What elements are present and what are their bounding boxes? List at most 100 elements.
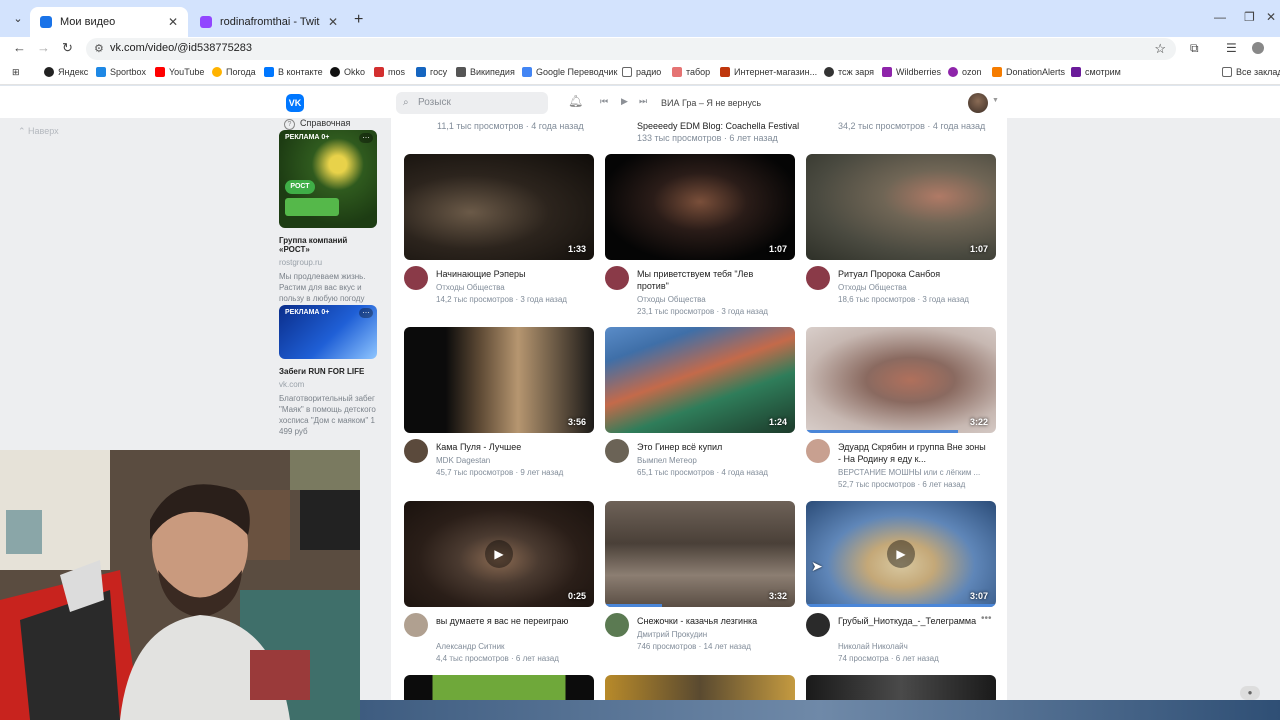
video-title[interactable]: вы думаете я вас не переиграю (436, 615, 586, 627)
video-thumbnail[interactable]: 3:56 (404, 327, 594, 433)
video-thumbnail[interactable]: ▶ 3:07 (806, 501, 996, 607)
more-icon[interactable]: … (359, 132, 373, 143)
video-thumbnail[interactable]: 3:22 (806, 327, 996, 433)
video-title[interactable]: Мы приветствуем тебя "Лев против" (637, 268, 787, 292)
chat-bubble-icon[interactable]: ● (1240, 686, 1260, 700)
video-card[interactable]: 1:24 Это Гинер всё купил Вымпел Метеор 6… (605, 327, 795, 477)
search-input[interactable]: ⌕ Розыск (396, 92, 548, 114)
video-thumbnail[interactable]: 3:32 (605, 501, 795, 607)
restore-icon[interactable]: ❐ (1244, 10, 1255, 24)
channel-name[interactable]: Отходы Общества (838, 282, 996, 294)
channel-name[interactable]: Александр Ситник (436, 641, 594, 653)
video-title[interactable]: Начинающие Рэперы (436, 268, 586, 280)
channel-name[interactable]: MDK Dagestan (436, 455, 594, 467)
tab-search-icon[interactable]: ⌄ (8, 10, 28, 28)
omnibox[interactable]: ⚙ vk.com/video/@id538775283 ☆ (86, 38, 1176, 60)
bookmark-youtube[interactable]: YouTube (155, 67, 204, 77)
video-card[interactable]: 1:33 Начинающие Рэперы Отходы Общества 1… (404, 154, 594, 304)
video-thumbnail[interactable] (404, 675, 594, 700)
video-thumbnail[interactable]: 1:33 (404, 154, 594, 260)
bookmark-tabor[interactable]: табор (672, 67, 710, 77)
notifications-bell-icon[interactable]: 🔔︎ (568, 94, 583, 108)
channel-avatar[interactable] (605, 439, 629, 463)
more-icon[interactable]: … (359, 307, 373, 318)
video-card[interactable]: 1:07 Ритуал Пророка Санбоя Отходы Общест… (806, 154, 996, 304)
bookmark-radio[interactable]: радио (622, 67, 661, 77)
video-title[interactable]: Это Гинер всё купил (637, 441, 787, 453)
play-icon[interactable]: ▶ (485, 540, 513, 568)
bookmark-wikipedia[interactable]: Википедия (456, 67, 515, 77)
video-thumbnail[interactable]: ▶ 0:25 (404, 501, 594, 607)
next-track-icon[interactable]: ⏭ (639, 96, 647, 107)
video-card[interactable]: 3:32 Снежочки - казачья лезгинка Дмитрий… (605, 501, 795, 651)
video-card[interactable]: 1:07 Мы приветствуем тебя "Лев против" О… (605, 154, 795, 316)
video-thumbnail[interactable]: 1:07 (605, 154, 795, 260)
chevron-down-icon[interactable]: ▼ (992, 97, 999, 104)
video-thumbnail[interactable]: 1:24 (605, 327, 795, 433)
forward-icon[interactable]: → (37, 40, 50, 55)
channel-avatar[interactable] (806, 613, 830, 637)
video-title[interactable]: Эдуард Скрябин и группа Вне зоны - На Ро… (838, 441, 988, 465)
bookmark-mos[interactable]: mos (374, 67, 405, 77)
user-avatar[interactable] (968, 93, 988, 113)
bookmark-vkontakte[interactable]: В контакте (264, 67, 323, 77)
channel-avatar[interactable] (806, 439, 830, 463)
video-title[interactable]: Ритуал Пророка Санбоя (838, 268, 988, 280)
channel-name[interactable]: Николай Николайч (838, 641, 996, 653)
ad-title[interactable]: Забеги RUN FOR LIFE (279, 367, 377, 376)
video-card[interactable]: ▶ 0:25 вы думаете я вас не переиграю Але… (404, 501, 594, 663)
channel-avatar[interactable] (806, 266, 830, 290)
bookmark-wildberries[interactable]: Wildberries (882, 67, 941, 77)
channel-name[interactable]: Дмитрий Прокудин (637, 629, 795, 641)
video-title[interactable]: Грубый_Ниоткуда_-_Телеграмма (838, 615, 988, 627)
extensions-icon[interactable]: ⧉ (1190, 41, 1199, 56)
video-thumbnail[interactable] (605, 675, 795, 700)
ad-card[interactable]: РЕКЛАМА 0+ … Забеги RUN FOR LIFE vk.com … (279, 305, 377, 437)
video-title[interactable]: Кама Пуля - Лучшее (436, 441, 586, 453)
apps-icon[interactable]: ⊞ (12, 67, 20, 78)
close-tab-icon[interactable]: ✕ (328, 15, 338, 29)
reload-icon[interactable]: ↻ (62, 40, 73, 56)
channel-name[interactable]: ВЕРСТАНИЕ МОШНЫ или с лёгким ... (838, 467, 996, 479)
more-options-icon[interactable]: ••• (981, 613, 992, 624)
close-window-icon[interactable]: ✕ (1266, 10, 1276, 24)
bookmark-gosu[interactable]: госу (416, 67, 447, 77)
play-icon[interactable]: ▶ (621, 96, 628, 107)
bookmark-google-translate[interactable]: Google Переводчик (522, 67, 617, 77)
help-link[interactable]: ? Справочная (284, 118, 350, 130)
minimize-icon[interactable]: — (1214, 10, 1226, 24)
url-text[interactable]: vk.com/video/@id538775283 (110, 42, 252, 54)
back-icon[interactable]: ← (13, 40, 26, 55)
play-icon[interactable]: ▶ (887, 540, 915, 568)
close-tab-icon[interactable]: ✕ (168, 15, 178, 29)
ad-card[interactable]: РЕКЛАМА 0+ … РОСТ Группа компаний «РОСТ»… (279, 130, 377, 304)
channel-name[interactable]: Отходы Общества (436, 282, 594, 294)
profile-icon[interactable] (1252, 42, 1264, 54)
channel-name[interactable]: Отходы Общества (637, 294, 795, 306)
site-info-icon[interactable]: ⚙ (94, 42, 104, 55)
ad-title[interactable]: Группа компаний «РОСТ» (279, 236, 377, 254)
bookmark-yandex[interactable]: Яндекс (44, 67, 88, 77)
channel-avatar[interactable] (404, 266, 428, 290)
bookmark-star-icon[interactable]: ☆ (1154, 41, 1166, 57)
bookmark-sportbox[interactable]: Sportbox (96, 67, 146, 77)
bookmark-tszh[interactable]: тсж заря (824, 67, 874, 77)
bookmark-ozon[interactable]: ozon (948, 67, 982, 77)
previous-track-icon[interactable]: ⏮ (600, 96, 608, 107)
video-thumbnail[interactable]: 1:07 (806, 154, 996, 260)
bookmark-internet-shop[interactable]: Интернет-магазин... (720, 67, 817, 77)
bookmark-donationalerts[interactable]: DonationAlerts (992, 67, 1065, 77)
all-bookmarks[interactable]: Все заклад (1222, 67, 1280, 77)
scroll-up-button[interactable]: ⌃ Наверх (18, 126, 59, 137)
reading-list-icon[interactable]: ☰ (1226, 41, 1237, 55)
video-thumbnail[interactable] (806, 675, 996, 700)
channel-name[interactable]: Вымпел Метеор (637, 455, 795, 467)
bookmark-smotrim[interactable]: смотрим (1071, 67, 1121, 77)
video-title[interactable]: Speeeedy EDM Blog: Coachella Festival (637, 121, 799, 131)
bookmark-okko[interactable]: Okko (330, 67, 365, 77)
channel-avatar[interactable] (404, 439, 428, 463)
channel-avatar[interactable] (605, 266, 629, 290)
new-tab-button[interactable]: + (354, 11, 363, 29)
video-card[interactable]: 3:22 Эдуард Скрябин и группа Вне зоны - … (806, 327, 996, 489)
video-title[interactable]: Снежочки - казачья лезгинка (637, 615, 787, 627)
